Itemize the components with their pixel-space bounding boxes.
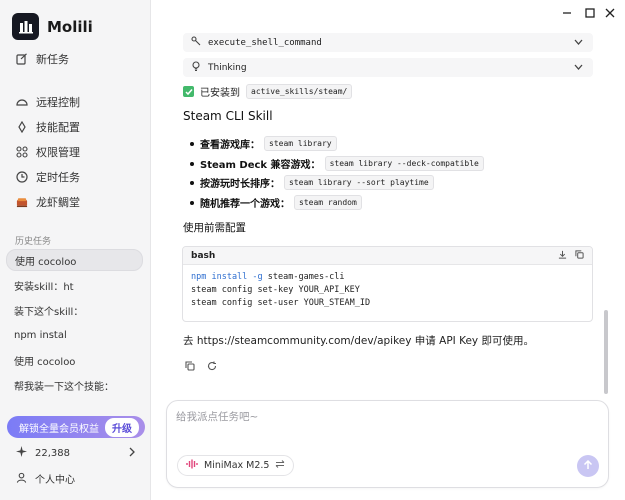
code-content: npm install -g steam-games-cli steam con… bbox=[183, 265, 592, 316]
command-code: steam library --deck-compatible bbox=[324, 155, 484, 171]
api-key-note: 去 https://steamcommunity.com/dev/apikey … bbox=[183, 335, 534, 347]
minimize-button[interactable] bbox=[560, 7, 574, 22]
installed-status: 已安装到 active_skills/steam/ bbox=[183, 84, 353, 99]
waveform-icon bbox=[186, 459, 198, 472]
permission-icon bbox=[16, 146, 28, 158]
lightbulb-icon bbox=[191, 61, 201, 74]
thinking-collapsible[interactable]: Thinking bbox=[183, 58, 593, 77]
list-item: 查看游戏库： steam library bbox=[190, 134, 484, 154]
sidebar-item-label: 定时任务 bbox=[36, 171, 80, 184]
chevron-down-icon bbox=[574, 63, 583, 73]
app-name: Molili bbox=[47, 17, 93, 36]
history-item[interactable]: 使用 cocoloo bbox=[6, 249, 143, 271]
command-code: steam random bbox=[294, 194, 362, 210]
sidebar-item-remote[interactable]: 远程控制 bbox=[6, 91, 144, 113]
composer: 给我派点任务吧~ MiniMax M2.5 bbox=[166, 400, 609, 488]
code-language: bash bbox=[191, 250, 216, 261]
new-task-label: 新任务 bbox=[36, 53, 69, 66]
sidebar-item-label: 技能配置 bbox=[36, 121, 80, 134]
new-task-icon bbox=[16, 53, 28, 65]
sidebar-item-skills[interactable]: 技能配置 bbox=[6, 116, 144, 138]
history-item[interactable]: 使用 cocoloo bbox=[6, 349, 143, 371]
task-input[interactable]: 给我派点任务吧~ bbox=[176, 409, 258, 424]
command-list: 查看游戏库： steam library Steam Deck 兼容游戏： st… bbox=[190, 134, 484, 213]
chevron-down-icon bbox=[574, 38, 583, 48]
model-selector[interactable]: MiniMax M2.5 bbox=[177, 455, 295, 476]
history-item[interactable]: 帮我装一下这个技能： bbox=[6, 374, 143, 396]
new-task-button[interactable]: 新任务 bbox=[6, 48, 144, 70]
arrow-up-icon bbox=[583, 459, 593, 473]
profile-link[interactable]: 个人中心 bbox=[16, 471, 75, 486]
model-name: MiniMax M2.5 bbox=[204, 460, 270, 471]
list-item: 按游玩时长排序： steam library --sort playtime bbox=[190, 173, 484, 193]
shrimp-icon bbox=[16, 196, 28, 208]
tool-call-collapsible[interactable]: execute_shell_command bbox=[183, 33, 593, 52]
sidebar-item-scheduled[interactable]: 定时任务 bbox=[6, 166, 144, 188]
promo-text: 解锁全量会员权益 bbox=[19, 423, 99, 435]
chevron-right-icon bbox=[128, 447, 136, 460]
command-description: 随机推荐一个游戏： bbox=[200, 198, 290, 210]
points-row[interactable]: 22,388 bbox=[16, 446, 136, 460]
checkmark-icon bbox=[183, 86, 194, 97]
history-item[interactable]: 装下这个skill： bbox=[6, 299, 143, 321]
copy-icon[interactable] bbox=[185, 361, 195, 374]
user-icon bbox=[16, 472, 27, 486]
upgrade-button[interactable]: 升级 bbox=[105, 417, 139, 437]
code-block: bash npm install -g steam-games-cli stea… bbox=[182, 246, 593, 322]
sidebar: Molili 新任务 远程控制 技能配置 权限管理 定时任务 龙虾鲷堂 历史任务… bbox=[0, 0, 151, 500]
sparkle-icon bbox=[16, 446, 27, 460]
brand[interactable]: Molili bbox=[12, 13, 93, 40]
molili-logo-icon bbox=[12, 13, 39, 40]
code-keyword: npm install -g bbox=[191, 272, 263, 282]
message-actions bbox=[185, 361, 217, 374]
thinking-label: Thinking bbox=[208, 62, 247, 73]
code-line: steam config set-user YOUR_STEAM_ID bbox=[191, 298, 371, 308]
command-code: steam library --sort playtime bbox=[284, 175, 434, 191]
history-item[interactable]: 安装skill：ht bbox=[6, 274, 143, 296]
sidebar-item-permissions[interactable]: 权限管理 bbox=[6, 141, 144, 163]
profile-label: 个人中心 bbox=[35, 475, 75, 486]
skill-heading: Steam CLI Skill bbox=[183, 109, 273, 123]
tool-call-label: execute_shell_command bbox=[208, 37, 322, 48]
download-icon[interactable] bbox=[558, 250, 567, 262]
command-description: Steam Deck 兼容游戏： bbox=[200, 159, 321, 171]
sidebar-item-label: 远程控制 bbox=[36, 96, 80, 109]
command-code: steam library bbox=[264, 136, 337, 152]
list-item: Steam Deck 兼容游戏： steam library --deck-co… bbox=[190, 154, 484, 174]
history-item[interactable]: npm instal bbox=[6, 324, 143, 346]
close-button[interactable] bbox=[603, 7, 617, 22]
copy-icon[interactable] bbox=[575, 249, 584, 262]
maximize-button[interactable] bbox=[583, 7, 597, 22]
points-value: 22,388 bbox=[35, 447, 70, 459]
refresh-icon[interactable] bbox=[207, 361, 217, 374]
remote-control-icon bbox=[16, 96, 28, 108]
command-description: 查看游戏库： bbox=[200, 140, 260, 152]
sidebar-item-label: 权限管理 bbox=[36, 146, 80, 159]
sidebar-item-label: 龙虾鲷堂 bbox=[36, 196, 80, 209]
code-text: steam-games-cli bbox=[262, 272, 345, 282]
send-button[interactable] bbox=[577, 455, 599, 477]
code-line: steam config set-key YOUR_API_KEY bbox=[191, 285, 360, 295]
scrollbar-thumb[interactable] bbox=[604, 310, 608, 394]
sidebar-item-shrimp-hall[interactable]: 龙虾鲷堂 bbox=[6, 191, 144, 213]
wrench-icon bbox=[191, 36, 201, 49]
command-description: 按游玩时长排序： bbox=[200, 179, 280, 191]
list-item: 随机推荐一个游戏： steam random bbox=[190, 193, 484, 213]
swap-icon bbox=[275, 460, 285, 471]
installed-prefix: 已安装到 bbox=[200, 88, 240, 99]
code-block-header: bash bbox=[183, 247, 592, 265]
history-section-label: 历史任务 bbox=[15, 237, 52, 247]
clock-icon bbox=[16, 171, 28, 183]
membership-promo[interactable]: 解锁全量会员权益 升级 bbox=[7, 416, 145, 438]
pre-config-title: 使用前需配置 bbox=[183, 222, 246, 234]
install-path: active_skills/steam/ bbox=[246, 84, 353, 99]
skill-config-icon bbox=[16, 121, 28, 133]
